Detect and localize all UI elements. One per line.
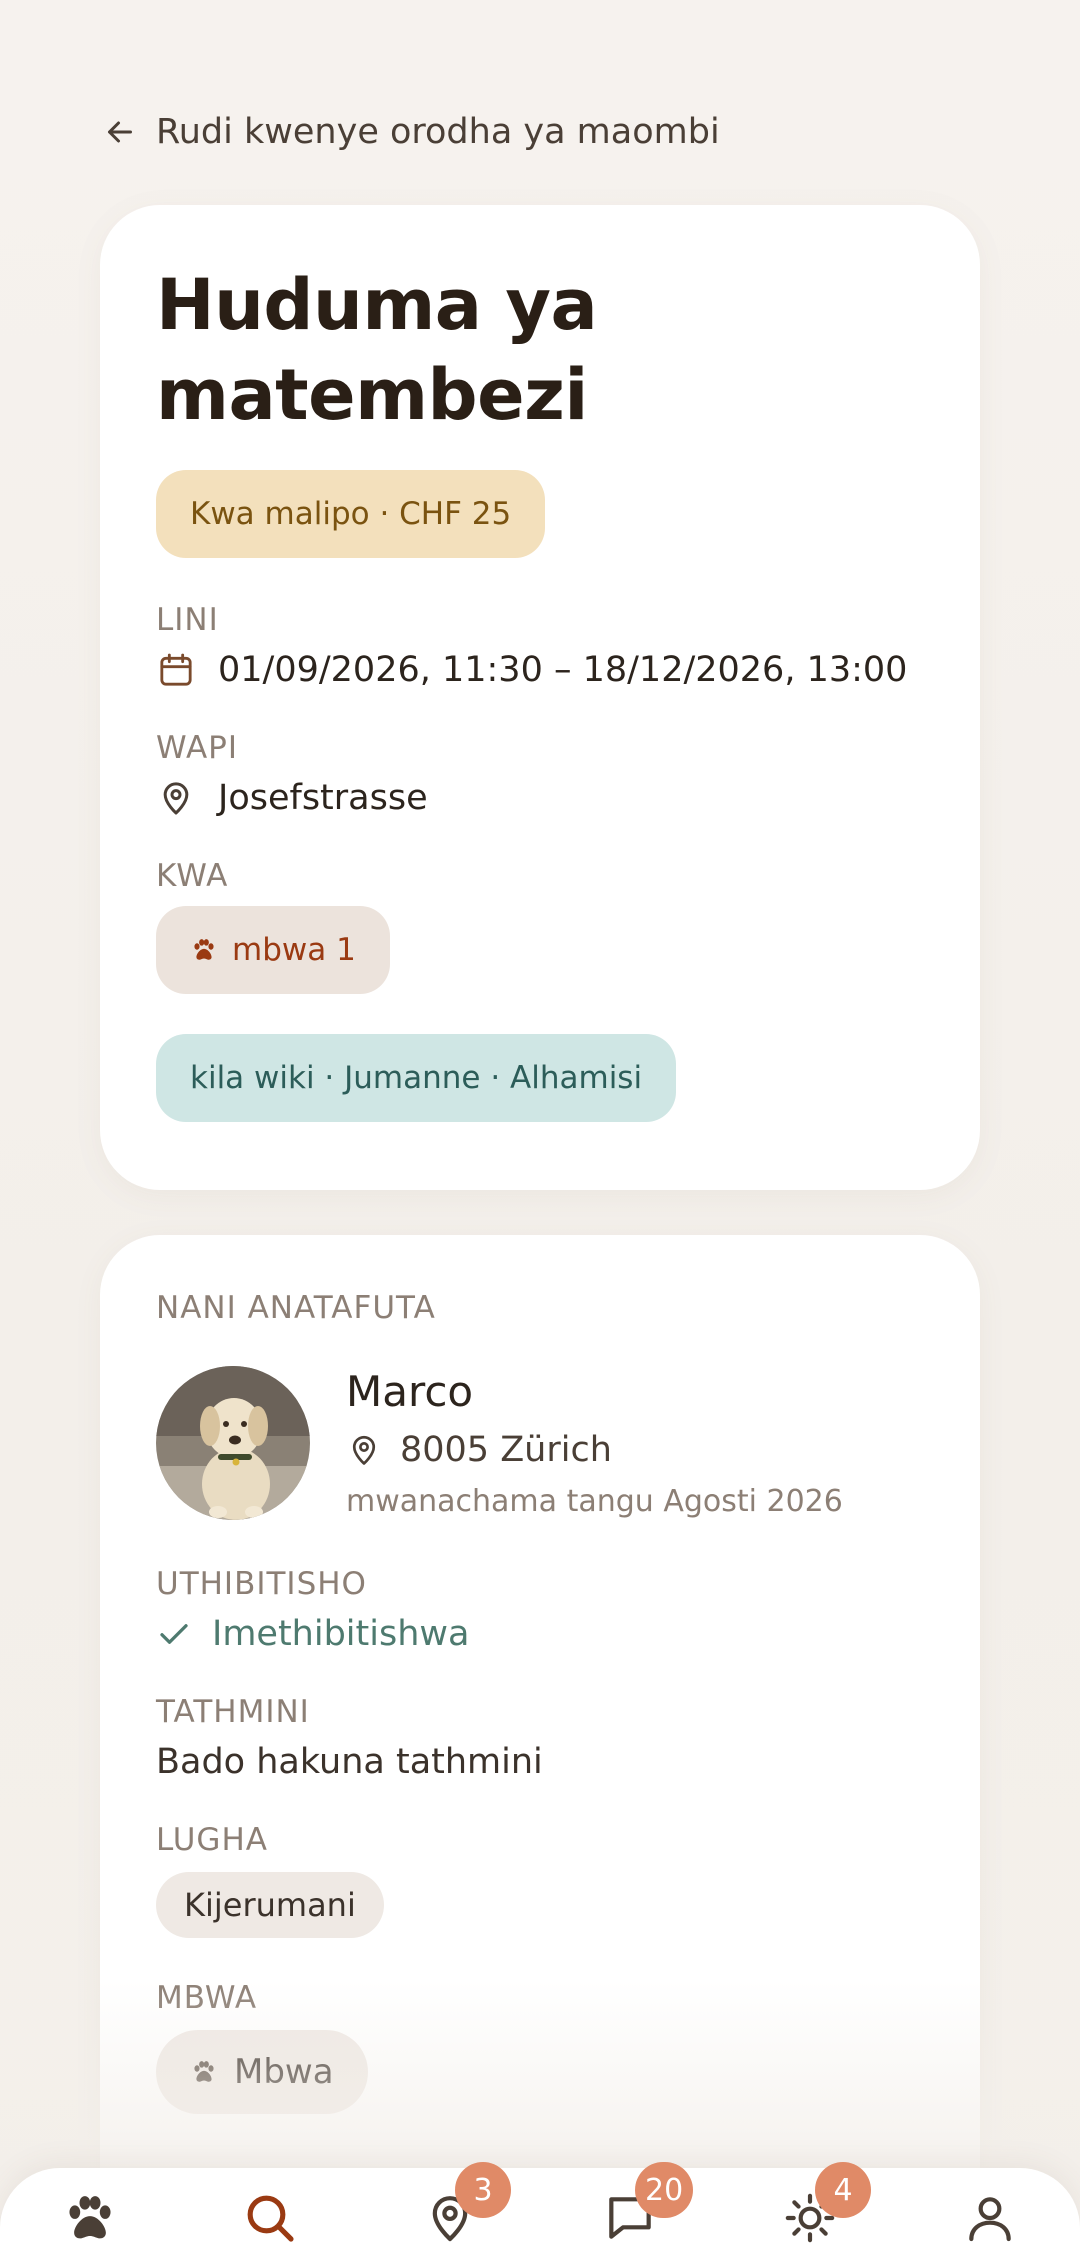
page: Rudi kwenye orodha ya maombi Huduma ya m… [0,0,1080,2268]
where-value: Josefstrasse [218,778,428,818]
back-link[interactable]: Rudi kwenye orodha ya maombi [102,112,720,152]
when-label: LINI [156,602,219,638]
nav-profile[interactable] [935,2168,1045,2268]
dog-photo [156,1366,310,1520]
nav-map[interactable]: 3 [395,2162,511,2268]
price-pill: Kwa malipo · CHF 25 [156,470,546,558]
nav-paw[interactable] [35,2168,145,2268]
paw-icon [194,939,214,960]
back-link-label: Rudi kwenye orodha ya maombi [156,112,720,152]
dogs-label: MBWA [156,1980,258,2016]
dog-count-pill: mbwa 1 [156,906,390,994]
request-title: Huduma ya matembezi [156,260,924,440]
where-label: WAPI [156,730,238,766]
map-badge: 3 [455,2162,511,2218]
arrow-left-icon [108,121,132,143]
verification-value: Imethibitishwa [212,1614,470,1654]
requester-card: NANI ANATAFUTA Marco 8005 Zürich mwanach… [100,1235,980,2268]
requester-profile[interactable]: Marco 8005 Zürich mwanachama tangu Agost… [156,1366,924,1520]
avatar[interactable] [156,1366,310,1520]
language-label: LUGHA [156,1822,268,1858]
calendar-icon [160,653,192,686]
map-pin-icon [352,1435,376,1465]
dog-count-label: mbwa 1 [232,932,356,968]
paw-icon [69,2196,111,2239]
requester-name: Marco [346,1367,474,1416]
member-since: mwanachama tangu Agosti 2026 [346,1484,843,1519]
activity-badge: 4 [815,2162,871,2218]
nav-activity[interactable]: 4 [755,2162,871,2268]
schedule-pill: kila wiki · Jumanne · Alhamisi [156,1034,677,1122]
where-row: Josefstrasse [156,778,924,818]
request-title-line2: matembezi [156,354,588,436]
requester-section-label: NANI ANATAFUTA [156,1290,436,1326]
verification-label: UTHIBITISHO [156,1566,367,1602]
language-chip: Kijerumani [156,1872,384,1938]
user-icon [969,2197,1011,2242]
when-row: 01/09/2026, 11:30 – 18/12/2026, 13:00 [156,650,924,690]
search-icon [247,2195,294,2242]
messages-badge: 20 [635,2162,694,2218]
when-value: 01/09/2026, 11:30 – 18/12/2026, 13:00 [218,650,908,690]
paw-icon [194,2061,214,2082]
requester-location: 8005 Zürich [400,1430,612,1470]
ratings-value: Bado hakuna tathmini [156,1742,543,1782]
language-value: Kijerumani [184,1886,356,1924]
ratings-label: TATHMINI [156,1694,310,1730]
dog-chip[interactable]: Mbwa [156,2030,368,2114]
verification-status: Imethibitishwa [156,1614,924,1654]
for-label: KWA [156,858,229,894]
check-icon [160,1624,188,1644]
requester-location-row: 8005 Zürich [346,1430,843,1470]
dog-name: Mbwa [234,2052,334,2092]
nav-search[interactable] [215,2168,325,2268]
bottom-nav: 3 20 4 [0,2162,1080,2268]
map-pin-icon [163,782,189,815]
nav-messages[interactable]: 20 [575,2162,694,2268]
requester-info: Marco 8005 Zürich mwanachama tangu Agost… [346,1367,843,1519]
request-title-line1: Huduma ya [156,264,598,346]
request-card: Huduma ya matembezi Kwa malipo · CHF 25 … [100,205,980,1190]
